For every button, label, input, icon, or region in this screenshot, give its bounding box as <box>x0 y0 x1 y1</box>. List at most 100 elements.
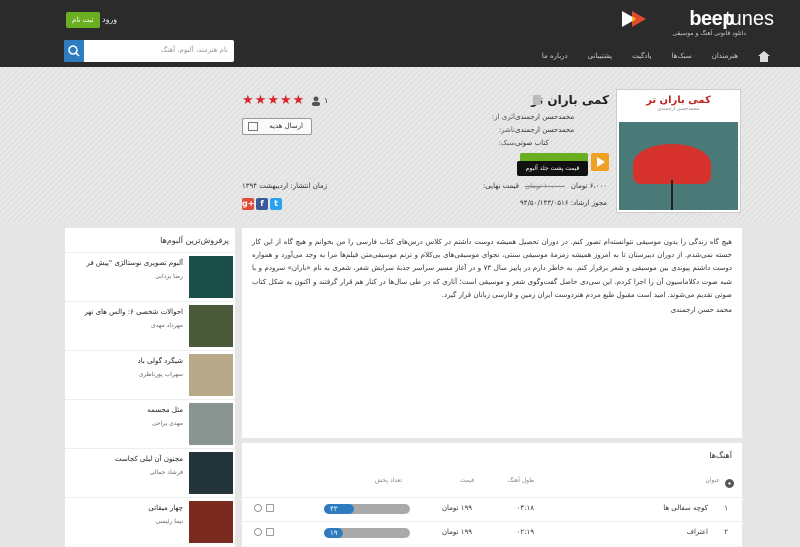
register-button[interactable]: ثبت نام <box>66 12 100 28</box>
track-list: آهنگ‌ها عنوان طول آهنگ قیمت تعداد پخش ۱ … <box>242 443 742 547</box>
rating-count: ۱ <box>324 96 329 105</box>
twitter-icon[interactable]: t <box>270 198 282 210</box>
gift-icon <box>248 122 258 131</box>
nav-item-support[interactable]: پشتیبانی <box>588 52 612 60</box>
search-input[interactable]: نام هنرمند، آلبوم، آهنگ <box>161 46 228 54</box>
sidebar-item[interactable]: احوالات شخصی ۶: والس های تهر مهرداد مهدی <box>65 301 235 347</box>
nav-item-genres[interactable]: سبک‌ها <box>672 52 692 60</box>
cover-title: کمی باران تر <box>646 95 711 106</box>
tagline: دانلود قانونی آهنگ و موسیقی <box>672 30 746 37</box>
nav-item-learn[interactable]: یادگیت <box>632 52 652 60</box>
meta-value-genre[interactable]: کتاب صوتی <box>515 137 549 150</box>
price-old: ۱۰،۰۰۰ تومان <box>525 182 565 190</box>
plays-count: ۴۳ <box>330 505 338 513</box>
album-cover: کمی باران تر محمدحسن ارجمندی <box>616 89 741 213</box>
track-index: ۲ <box>724 528 728 536</box>
sidebar-item-artist[interactable]: نیما رئیسی <box>156 518 183 525</box>
nav-item-artists[interactable]: هنرمندان <box>712 52 738 60</box>
meta-key: اثری از: <box>491 113 515 121</box>
sidebar-item[interactable]: مثل مجسمه مهدی یراحی <box>65 399 235 445</box>
tracks-title: آهنگ‌ها <box>709 451 732 460</box>
add-to-cart-icon[interactable] <box>266 504 274 512</box>
sidebar-item-artist[interactable]: سهراب پورناظری <box>139 371 183 378</box>
sidebar-item-title[interactable]: احوالات شخصی ۶: والس های تهر <box>84 308 183 316</box>
sidebar-item-artist[interactable]: رضا یزدانی <box>155 273 183 280</box>
album-description: هیچ گاه زندگی را بدون موسیقی نتوانسته‌ام… <box>242 228 742 438</box>
track-price: ۱۹۹ تومان <box>441 528 472 536</box>
share-icon[interactable] <box>254 528 262 536</box>
track-index: ۱ <box>724 504 728 512</box>
track-name[interactable]: اعتراف <box>687 528 708 536</box>
sidebar-item[interactable]: شیگرد گولی باد سهراب پورناظری <box>65 350 235 396</box>
sidebar-item-artist[interactable]: فرشاد جمالی <box>150 469 183 476</box>
share-icon[interactable] <box>254 504 262 512</box>
price-new: ۶،۰۰۰ تومان <box>570 182 607 190</box>
sidebar-item-title[interactable]: مثل مجسمه <box>147 406 183 414</box>
plays-count: ۱۹ <box>330 529 338 537</box>
star-icon[interactable]: ★ <box>293 94 305 107</box>
album-title: کمی باران تر <box>531 93 609 107</box>
main-nav: هنرمندان سبک‌ها یادگیت پشتیبانی درباره م… <box>542 49 770 63</box>
track-duration: ۰۴:۱۸ <box>516 504 534 512</box>
bestsellers-sidebar: پرفروش‌ترین آلبوم‌ها آلبوم تصویری نوستال… <box>65 228 235 547</box>
track-row[interactable]: ۲ اعتراف ۰۲:۱۹ ۱۹۹ تومان ۱۹ <box>242 521 742 543</box>
price-row: قیمت نهایی: ۱۰،۰۰۰ تومان ۶،۰۰۰ تومان <box>483 182 607 190</box>
star-icon[interactable]: ★ <box>267 94 279 107</box>
col-header-price: قیمت <box>459 477 474 484</box>
album-thumbnail <box>189 501 233 543</box>
social-share: g+ f t <box>242 198 282 210</box>
rating-stars[interactable]: ★ ★ ★ ★ ★ <box>242 94 304 107</box>
send-gift-button[interactable]: ارسال هدیه <box>242 118 312 135</box>
description-text: هیچ گاه زندگی را بدون موسیقی نتوانسته‌ام… <box>252 238 732 299</box>
gift-label: ارسال هدیه <box>269 122 303 130</box>
sidebar-item-title[interactable]: مجنون آن لیلی کجاست <box>115 455 183 463</box>
album-thumbnail <box>189 403 233 445</box>
plays-bar: ۴۳ <box>324 504 410 514</box>
sidebar-title: پرفروش‌ترین آلبوم‌ها <box>160 236 229 245</box>
track-name[interactable]: کوچه سفالی ها <box>663 504 708 512</box>
facebook-icon[interactable]: f <box>256 198 268 210</box>
plays-fill: ۴۳ <box>324 504 355 514</box>
star-icon[interactable]: ★ <box>242 94 254 107</box>
star-icon[interactable]: ★ <box>255 94 267 107</box>
album-thumbnail <box>189 452 233 494</box>
track-row[interactable]: ۱ کوچه سفالی ها ۰۴:۱۸ ۱۹۹ تومان ۴۳ <box>242 497 742 519</box>
umbrella-handle <box>671 180 673 210</box>
login-link[interactable]: ورود <box>102 12 117 28</box>
sidebar-item-title[interactable]: چهار میقاتی <box>148 504 183 512</box>
album-meta: اثری از: محمدحسن ارجمندی ناشر: محمدحسن ارج… <box>487 111 607 150</box>
play-preview-button[interactable] <box>591 153 609 171</box>
search-button[interactable] <box>64 40 84 62</box>
sidebar-item-title[interactable]: شیگرد گولی باد <box>138 357 183 365</box>
star-icon[interactable]: ★ <box>280 94 292 107</box>
meta-key: ناشر: <box>498 126 515 134</box>
sidebar-item[interactable]: آلبوم تصویری نوستالژی "پیش فر رضا یزدانی <box>65 252 235 298</box>
brand-light: tunes <box>725 8 774 30</box>
sidebar-item-title[interactable]: آلبوم تصویری نوستالژی "پیش فر <box>86 259 183 267</box>
sidebar-item[interactable]: چهار میقاتی نیما رئیسی <box>65 497 235 543</box>
google-plus-icon[interactable]: g+ <box>242 198 254 210</box>
cover-subtitle: محمدحسن ارجمندی <box>657 106 700 112</box>
nav-item-about[interactable]: درباره ما <box>542 52 568 60</box>
sidebar-item-artist[interactable]: مهرداد مهدی <box>151 322 183 329</box>
meta-value-publisher[interactable]: محمدحسن ارجمندی <box>515 124 574 137</box>
logo-icon <box>622 11 646 27</box>
bookmark-icon[interactable] <box>533 95 541 105</box>
album-thumbnail <box>189 354 233 396</box>
add-to-cart-icon[interactable] <box>266 528 274 536</box>
top-bar: beep tunes دانلود قانونی آهنگ و موسیقی ث… <box>0 0 800 67</box>
price-tooltip: قیمت پشت جلد آلبوم <box>517 161 588 176</box>
sidebar-item-artist[interactable]: مهدی یراحی <box>152 420 183 427</box>
meta-key: سبک: <box>498 139 515 147</box>
release-date: زمان انتشار: اردیبهشت ۱۳۹۴ <box>242 182 328 190</box>
sidebar-item[interactable]: مجنون آن لیلی کجاست فرشاد جمالی <box>65 448 235 494</box>
track-duration: ۰۲:۱۹ <box>516 528 534 536</box>
search-box: نام هنرمند، آلبوم، آهنگ <box>64 40 234 62</box>
col-header-plays: تعداد پخش <box>374 477 402 484</box>
home-icon[interactable] <box>758 50 770 62</box>
meta-value-artist[interactable]: محمدحسن ارجمندی <box>515 111 574 124</box>
album-thumbnail <box>189 256 233 298</box>
track-price: ۱۹۹ تومان <box>441 504 472 512</box>
description-signature: محمد حسن ارجمندی <box>670 306 732 315</box>
license-number: مجوز ارشاد: ۹۴/۵۰/۱۴۳/۰۵۱۶ <box>520 199 607 207</box>
